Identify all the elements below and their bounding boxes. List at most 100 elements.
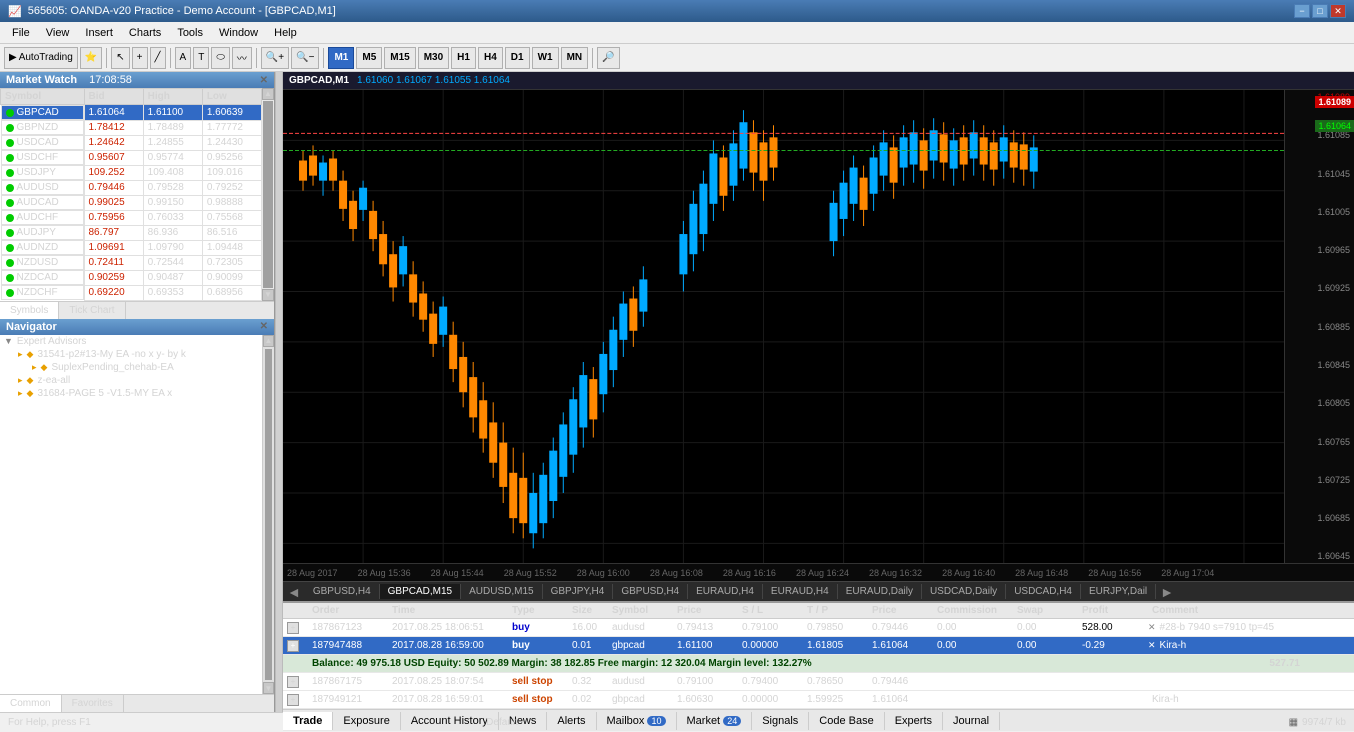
row-expand[interactable]: + [283,693,308,707]
terminal-tab-code-base[interactable]: Code Base [809,712,884,730]
tf-d1[interactable]: D1 [505,47,530,69]
minimize-button[interactable]: − [1294,4,1310,18]
tab-symbols[interactable]: Symbols [0,302,59,319]
terminal-tab-mailbox[interactable]: Mailbox 10 [597,712,677,730]
chart-tab[interactable]: EURAUD,Daily [838,584,922,599]
nav-tree-item[interactable]: ▸ ◆ z-ea-all [0,374,262,387]
market-watch-close[interactable]: ✕ [260,75,268,86]
terminal-tab-market[interactable]: Market 24 [677,712,753,730]
chart-tab[interactable]: AUDUSD,M15 [461,584,542,599]
menu-help[interactable]: Help [266,25,305,41]
tf-m30[interactable]: M30 [418,47,449,69]
chart-tab[interactable]: GBPUSD,H4 [305,584,380,599]
zoom-in-button[interactable]: 🔍+ [261,47,289,69]
market-row[interactable]: AUDUSD 0.79446 0.79528 0.79252 [1,180,262,195]
autotrading-button[interactable]: ▶ AutoTrading [4,47,78,69]
trade-row[interactable]: + 187867123 2017.08.25 18:06:51 buy 16.0… [283,619,1354,637]
menu-window[interactable]: Window [211,25,266,41]
expand-icon[interactable]: + [287,676,299,688]
terminal-tab-signals[interactable]: Signals [752,712,809,730]
chart-tab-next[interactable]: ► [1156,584,1178,600]
tf-m1[interactable]: M1 [328,47,354,69]
row-expand[interactable]: + [283,621,308,635]
tf-h4[interactable]: H4 [478,47,503,69]
chart-tab[interactable]: USDCAD,H4 [1006,584,1081,599]
terminal-tab-exposure[interactable]: Exposure [333,712,400,730]
expand-icon[interactable]: + [287,694,299,706]
market-row[interactable]: NZDCAD 0.90259 0.90487 0.90099 [1,270,262,285]
market-row[interactable]: GBPNZD 1.78412 1.78489 1.77772 [1,120,262,135]
star-button[interactable]: ⭐ [80,47,102,69]
menu-insert[interactable]: Insert [77,25,121,41]
nav-tree-item[interactable]: ▸ ◆ 31541-p2#13-My EA -no x y- by k [0,348,262,361]
market-row[interactable]: NZDUSD 0.72411 0.72544 0.72305 [1,255,262,270]
nav-tree-item[interactable]: ▸ ◆ 31684-PAGE 5 -V1.5-MY EA x [0,387,262,400]
tf-mn[interactable]: MN [561,47,589,69]
trade-row[interactable]: + 187949121 2017.08.28 16:59:01 sell sto… [283,691,1354,709]
nav-scroll-up[interactable]: ▲ [263,335,274,347]
chart-tab[interactable]: EURAUD,H4 [688,584,763,599]
terminal-tab-alerts[interactable]: Alerts [547,712,596,730]
market-row[interactable]: USDJPY 109.252 109.408 109.016 [1,165,262,180]
chart-tab[interactable]: EURJPY,Dail [1081,584,1156,599]
expand-icon[interactable]: + [287,622,299,634]
scroll-down-btn[interactable]: ▼ [262,289,274,301]
expand-icon[interactable]: + [287,640,299,652]
maximize-button[interactable]: □ [1312,4,1328,18]
close-trade-icon[interactable]: ✕ [1148,640,1156,651]
market-row[interactable]: AUDCHF 0.75956 0.76033 0.75568 [1,210,262,225]
nav-tab-favorites[interactable]: Favorites [62,695,124,712]
navigator-scrollbar[interactable]: ▲ ▼ [262,335,274,695]
market-row[interactable]: AUDJPY 86.797 86.936 86.516 [1,225,262,240]
tf-m15[interactable]: M15 [384,47,415,69]
tf-m5[interactable]: M5 [356,47,382,69]
terminal-tab-account-history[interactable]: Account History [401,712,499,730]
zoom-out-button[interactable]: 🔍− [291,47,319,69]
market-row[interactable]: GBPCAD 1.61064 1.61100 1.60639 [1,105,262,121]
chart-tab-prev[interactable]: ◄ [283,584,305,600]
menu-view[interactable]: View [38,25,78,41]
market-watch-scrollbar[interactable]: ▲ ▼ [262,88,274,301]
row-expand[interactable]: + [283,675,308,689]
terminal-tab-trade[interactable]: Trade [283,712,333,730]
terminal-tab-experts[interactable]: Experts [885,712,943,730]
market-row[interactable]: USDCAD 1.24642 1.24855 1.24430 [1,135,262,150]
market-row[interactable]: AUDNZD 1.09691 1.09790 1.09448 [1,240,262,255]
nav-scroll-thumb[interactable] [265,349,272,681]
close-button[interactable]: ✕ [1330,4,1346,18]
search-button[interactable]: 🔎 [597,47,619,69]
panel-resize-handle[interactable] [275,72,283,712]
trade-row[interactable]: Balance: 49 975.18 USD Equity: 50 502.89… [283,655,1354,673]
tool-wave[interactable]: 〰 [232,47,252,69]
nav-scroll-down[interactable]: ▼ [263,682,274,694]
scroll-up-btn[interactable]: ▲ [262,88,274,100]
tool-oval[interactable]: ⬭ [211,47,230,69]
chart-canvas[interactable] [283,90,1284,563]
chart-tab[interactable]: GBPCAD,M15 [380,584,461,599]
chart-tab[interactable]: GBPJPY,H4 [543,584,614,599]
market-row[interactable]: AUDCAD 0.99025 0.99150 0.98888 [1,195,262,210]
nav-tree-item[interactable]: ▸ ◆ SuplexPending_chehab-EA [0,361,262,374]
menu-tools[interactable]: Tools [169,25,211,41]
tool-t[interactable]: T [193,47,209,69]
close-trade-icon[interactable]: ✕ [1148,622,1156,633]
chart-tab[interactable]: GBPUSD,H4 [613,584,688,599]
nav-tree-item[interactable]: ▼ Expert Advisors [0,335,262,348]
tool-a[interactable]: A [175,47,192,69]
scroll-thumb[interactable] [263,101,273,288]
tab-tick-chart[interactable]: Tick Chart [59,302,125,319]
chart-tab[interactable]: USDCAD,Daily [922,584,1006,599]
crosshair-button[interactable]: + [132,47,148,69]
row-expand[interactable]: + [283,639,308,653]
chart-tab[interactable]: EURAUD,H4 [763,584,838,599]
tf-w1[interactable]: W1 [532,47,559,69]
line-button[interactable]: ╱ [150,47,166,69]
nav-tab-common[interactable]: Common [0,695,62,712]
menu-file[interactable]: File [4,25,38,41]
navigator-close[interactable]: ✕ [260,321,268,332]
terminal-tab-journal[interactable]: Journal [943,712,1000,730]
tf-h1[interactable]: H1 [451,47,476,69]
trade-row[interactable]: + 187867175 2017.08.25 18:07:54 sell sto… [283,673,1354,691]
trade-row[interactable]: + 187947488 2017.08.28 16:59:00 buy 0.01… [283,637,1354,655]
market-row[interactable]: USDCHF 0.95607 0.95774 0.95256 [1,150,262,165]
